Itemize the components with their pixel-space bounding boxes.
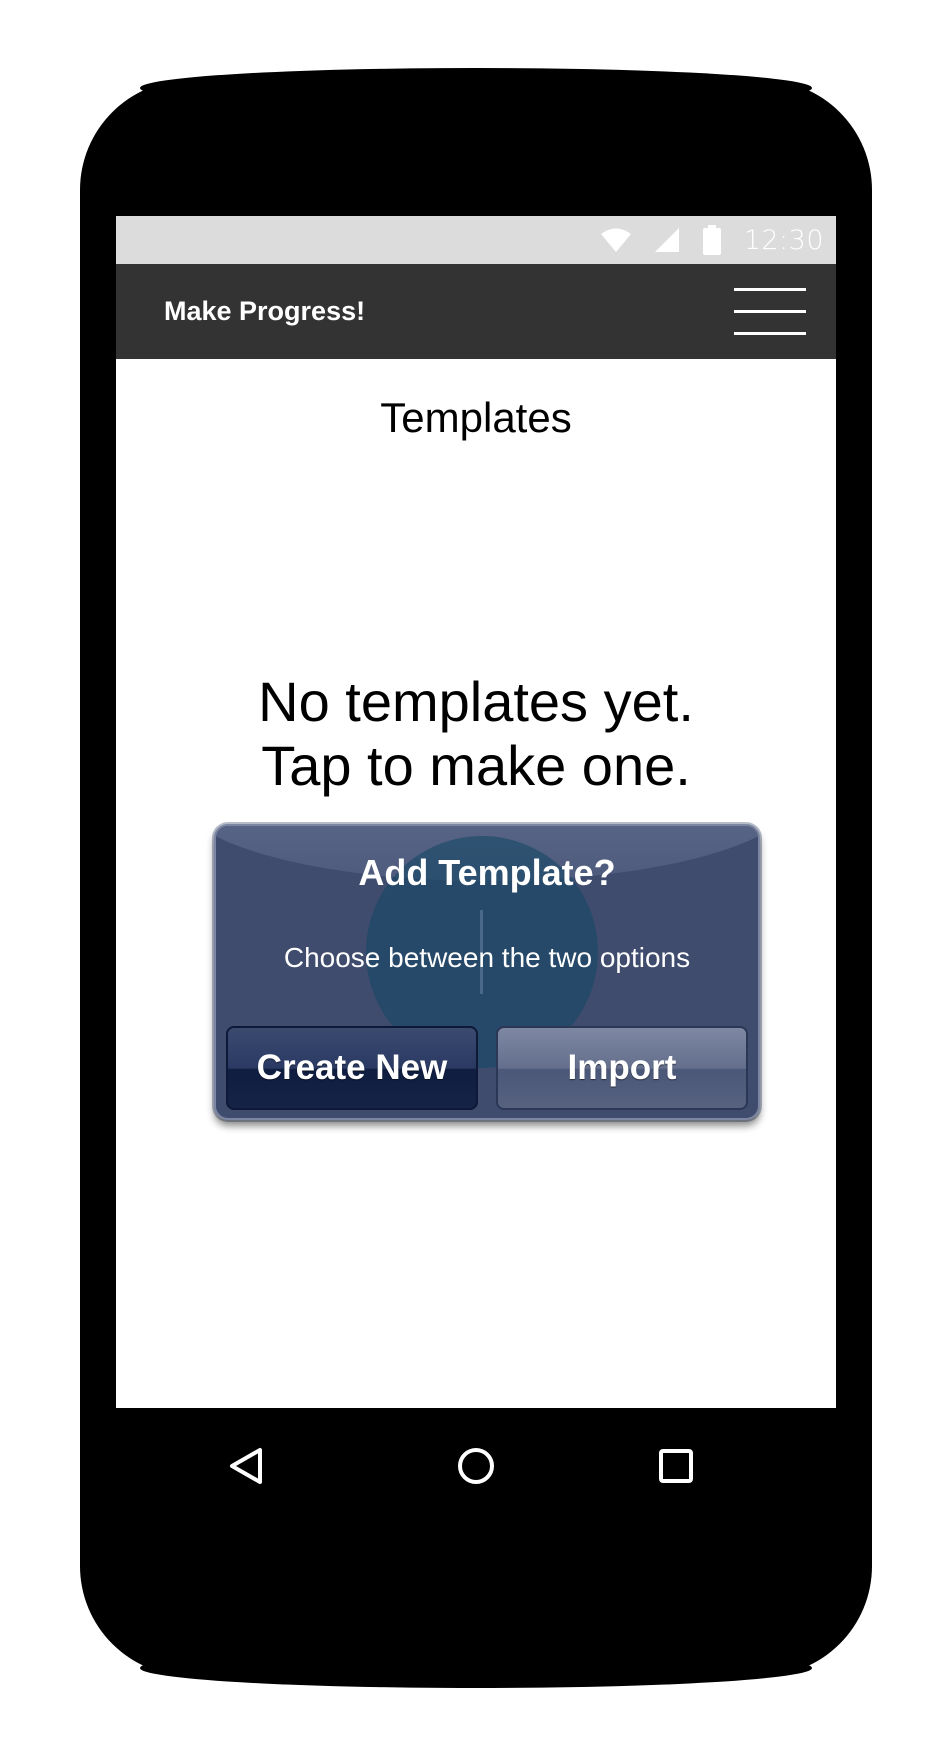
status-icons: 12:30 — [600, 216, 824, 264]
back-icon[interactable] — [218, 1436, 278, 1496]
empty-state-line-1: No templates yet. — [258, 670, 694, 733]
app-title: Make Progress! — [164, 296, 366, 326]
empty-state-message[interactable]: No templates yet. Tap to make one. — [116, 670, 836, 798]
cell-signal-icon — [654, 228, 679, 252]
create-new-button[interactable]: Create New — [226, 1026, 478, 1110]
recents-icon[interactable] — [646, 1436, 706, 1496]
status-time: 12:30 — [743, 224, 824, 256]
menu-line — [734, 288, 806, 291]
import-button[interactable]: Import — [496, 1026, 748, 1110]
menu-line — [734, 310, 806, 313]
navigation-bar — [116, 1408, 836, 1536]
app-bar: Make Progress! — [116, 264, 836, 359]
page-title: Templates — [380, 394, 572, 441]
hamburger-menu-icon[interactable] — [734, 288, 806, 336]
wifi-icon — [600, 228, 631, 252]
home-icon[interactable] — [446, 1436, 506, 1496]
battery-icon — [702, 225, 721, 255]
menu-line — [734, 332, 806, 335]
status-bar: 12:30 — [116, 216, 836, 264]
screen: 12:30 Make Progress! Templates No templa… — [116, 216, 836, 1408]
add-template-dialog: Add Template? Choose between the two opt… — [214, 824, 760, 1120]
dialog-title: Add Template? — [358, 852, 616, 893]
empty-state-line-2: Tap to make one. — [261, 734, 691, 797]
dialog-message: Choose between the two options — [283, 942, 691, 973]
